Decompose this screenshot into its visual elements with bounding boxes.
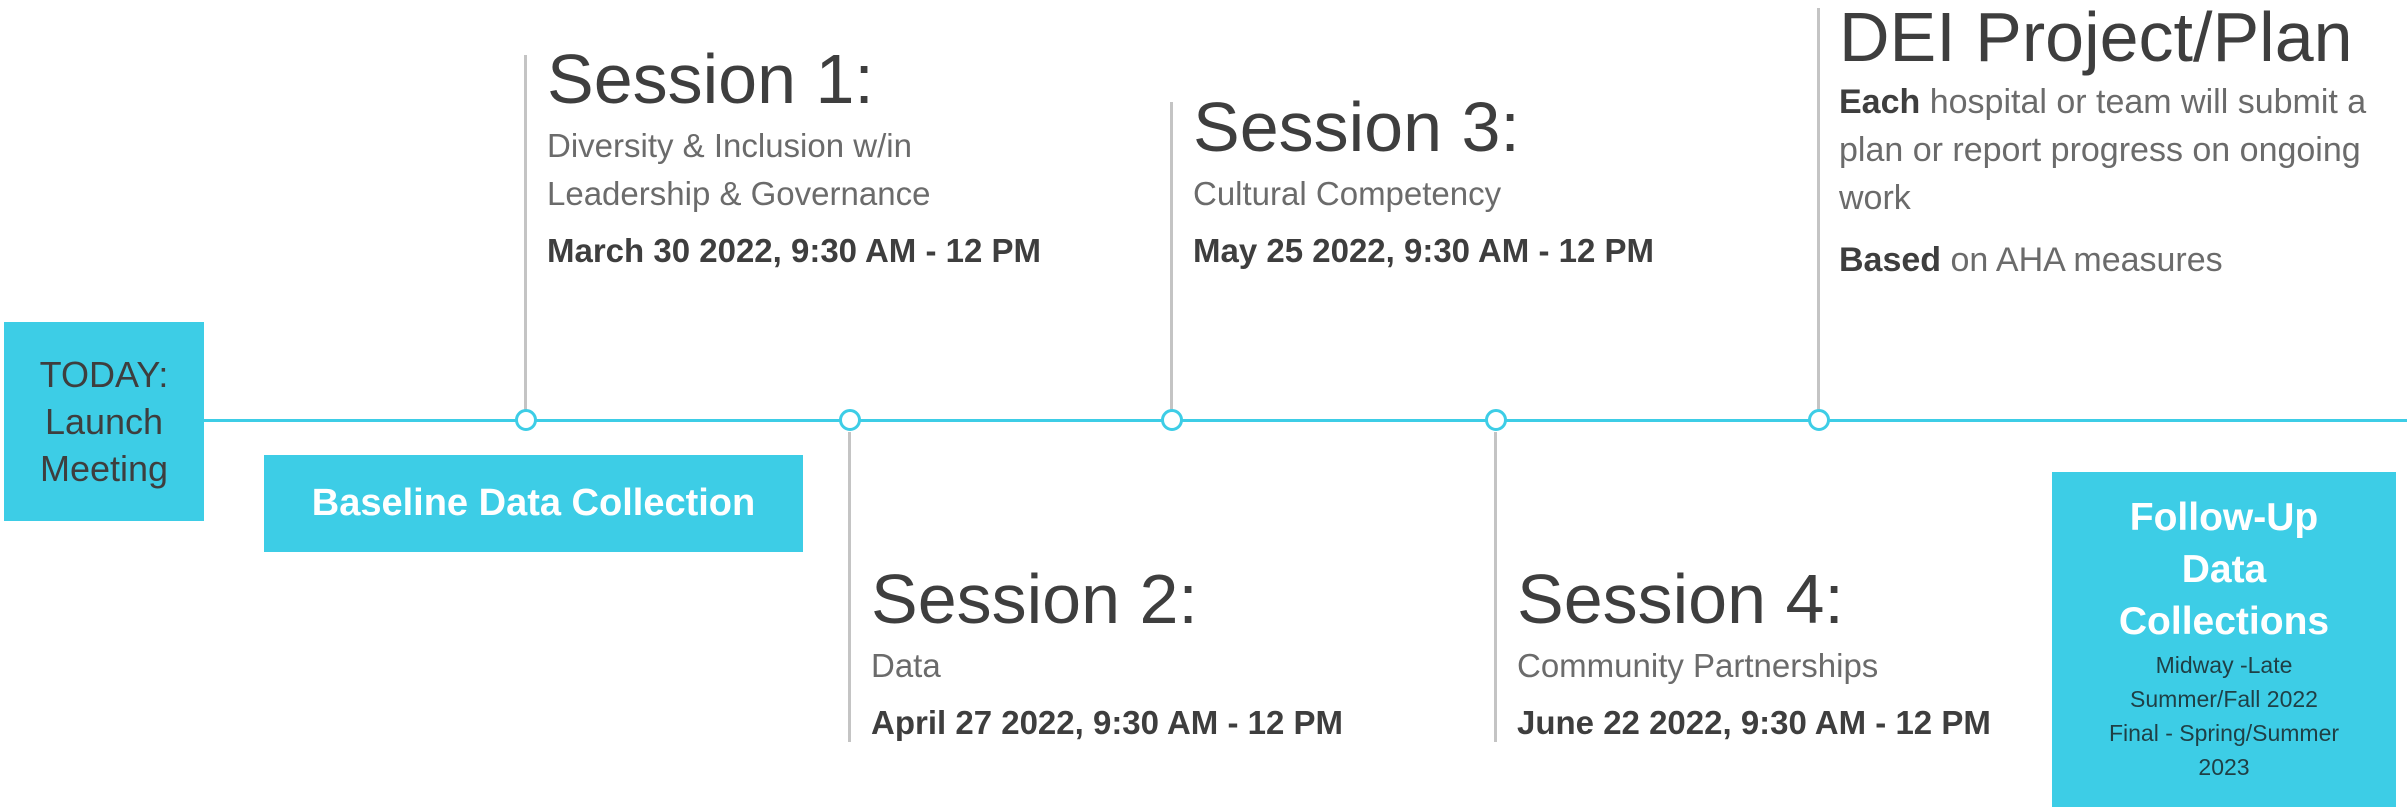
baseline-data-collection-box: Baseline Data Collection <box>264 455 803 552</box>
session-1-node <box>515 409 537 431</box>
followup-title-line: Data <box>2181 548 2267 591</box>
dei-line-4-bold: Based <box>1839 241 1942 279</box>
dei-line-4-rest: on AHA measures <box>1941 241 2223 279</box>
followup-title-line: Follow-Up <box>2129 496 2319 539</box>
session-subtitle: Data <box>871 642 1343 690</box>
today-line: Meeting <box>39 448 169 489</box>
session-subtitle: Cultural Competency <box>1193 170 1654 218</box>
session-2-connector <box>848 432 851 742</box>
followup-detail-line: Final - Spring/Summer <box>2108 720 2340 746</box>
followup-title-line: Collections <box>2118 600 2330 643</box>
session-title: Session 4: <box>1517 560 1844 638</box>
today-line: Launch <box>44 401 164 442</box>
session-3-card: Session 3: Cultural Competency May 25 20… <box>1193 92 1654 270</box>
followup-detail-line: 2023 <box>2198 754 2250 780</box>
session-subtitle-line: Diversity & Inclusion w/in <box>547 127 912 164</box>
session-2-node <box>839 409 861 431</box>
session-1-card: Session 1: Diversity & Inclusion w/in Le… <box>547 44 1041 270</box>
today-launch-box: TODAY: Launch Meeting <box>4 322 204 521</box>
session-title: Session 1: <box>547 40 874 118</box>
session-4-card: Session 4: Community Partnerships June 2… <box>1517 564 1991 742</box>
session-subtitle-line: Cultural Competency <box>1193 175 1502 212</box>
session-3-node <box>1161 409 1183 431</box>
dei-line-1: Each hospital or team will submit a <box>1839 78 2399 126</box>
dei-description: Each hospital or team will submit a plan… <box>1839 78 2399 222</box>
session-date: June 22 2022, 9:30 AM - 12 PM <box>1517 704 1991 741</box>
follow-up-data-collections-box: Follow-Up Data Collections Midway -Late … <box>2052 472 2396 807</box>
session-date: April 27 2022, 9:30 AM - 12 PM <box>871 704 1343 741</box>
dei-node <box>1808 409 1830 431</box>
session-4-connector <box>1494 432 1497 742</box>
session-subtitle-line: Data <box>871 647 941 684</box>
followup-detail-line: Summer/Fall 2022 <box>2130 686 2318 712</box>
dei-basis: Based on AHA measures <box>1839 236 2399 284</box>
dei-title: DEI Project/Plan <box>1839 0 2353 76</box>
session-title: Session 3: <box>1193 88 1520 166</box>
followup-detail-line: Midway -Late <box>2155 652 2293 678</box>
session-date: March 30 2022, 9:30 AM - 12 PM <box>547 232 1042 269</box>
dei-line-3: work <box>1839 179 1911 217</box>
dei-line-1-rest: hospital or team will submit a <box>1920 83 2367 121</box>
dei-project-card: DEI Project/Plan Each hospital or team w… <box>1839 2 2399 284</box>
session-2-card: Session 2: Data April 27 2022, 9:30 AM -… <box>871 564 1343 742</box>
dei-connector <box>1817 8 1820 410</box>
session-date: May 25 2022, 9:30 AM - 12 PM <box>1193 232 1655 269</box>
session-title: Session 2: <box>871 560 1198 638</box>
session-4-node <box>1485 409 1507 431</box>
baseline-label: Baseline Data Collection <box>311 482 756 524</box>
session-subtitle-line: Community Partnerships <box>1517 647 1879 684</box>
session-1-connector <box>524 55 527 410</box>
session-subtitle: Diversity & Inclusion w/in Leadership & … <box>547 122 1041 218</box>
dei-line-1-bold: Each <box>1839 83 1921 121</box>
today-line: TODAY: <box>39 354 169 395</box>
session-subtitle: Community Partnerships <box>1517 642 1991 690</box>
session-subtitle-line: Leadership & Governance <box>547 175 931 212</box>
dei-line-2: plan or report progress on ongoing <box>1839 131 2361 169</box>
session-3-connector <box>1170 102 1173 410</box>
